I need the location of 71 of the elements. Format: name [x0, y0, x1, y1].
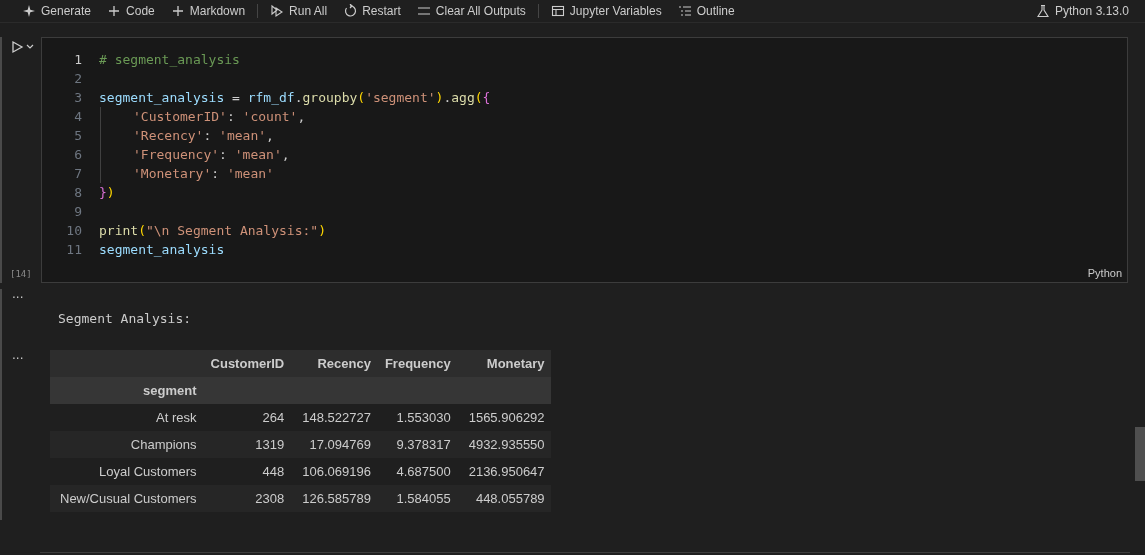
- restart-icon: [343, 4, 358, 18]
- code-line: segment_analysis = rfm_df.groupby('segment').agg({: [99, 90, 491, 105]
- table-cell: 9.378317: [376, 431, 457, 458]
- table-cell: 1319: [202, 431, 291, 458]
- table-cell: 448: [202, 458, 291, 485]
- row-label: Loyal Customers: [50, 458, 203, 485]
- column-header: Frequency: [376, 350, 457, 377]
- line-number: 5: [73, 128, 83, 143]
- row-label: Champions: [50, 431, 203, 458]
- plus-icon: [107, 4, 122, 18]
- table-cell: 106.069196: [290, 458, 377, 485]
- kernel-picker[interactable]: Python 3.13.0: [1029, 2, 1135, 20]
- line-number: 10: [65, 223, 83, 238]
- table-cell: 4.687500: [376, 458, 457, 485]
- index-header: segment: [50, 377, 203, 404]
- clear-lines-icon: [416, 4, 431, 18]
- sparkle-icon: [22, 4, 36, 18]
- run-cell-icon[interactable]: [10, 40, 24, 54]
- toolbar-button[interactable]: Code: [101, 2, 161, 20]
- row-label: At resk: [50, 404, 203, 431]
- table-cell: 148.522727: [290, 404, 377, 431]
- code-line: print("\n Segment Analysis:"): [99, 223, 326, 238]
- line-number: 4: [73, 109, 83, 124]
- row-label: New/Cusual Customers: [50, 485, 203, 512]
- code-line: 'Recency': 'mean',: [133, 128, 274, 143]
- table-icon: [550, 4, 565, 18]
- double-play-icon: [270, 4, 285, 18]
- output-text: Segment Analysis:: [57, 310, 192, 328]
- line-number: 11: [65, 242, 83, 257]
- table-cell: 4932.935550: [456, 431, 551, 458]
- toolbar-button[interactable]: Restart: [337, 2, 407, 20]
- line-number: 8: [73, 185, 83, 200]
- plus-icon: [170, 4, 185, 18]
- toolbar-button[interactable]: Run All: [264, 2, 334, 20]
- toolbar-button[interactable]: Clear All Outputs: [410, 2, 532, 20]
- line-number: 7: [73, 166, 83, 181]
- line-number: 9: [73, 204, 83, 219]
- line-number: 1: [73, 52, 83, 67]
- table-cell: 1.553030: [376, 404, 457, 431]
- column-header: CustomerID: [202, 350, 291, 377]
- code-line: 'Frequency': 'mean',: [133, 147, 290, 162]
- table-cell: 448.055789: [456, 485, 551, 512]
- code-line: segment_analysis: [99, 242, 225, 257]
- table-cell: 126.585789: [290, 485, 377, 512]
- column-header: Monetary: [456, 350, 551, 377]
- toolbar-button[interactable]: Markdown: [164, 2, 252, 20]
- table-cell: 2308: [202, 485, 291, 512]
- toolbar-button[interactable]: Jupyter Variables: [544, 2, 668, 20]
- code-line: # segment_analysis: [99, 52, 240, 67]
- table-cell: 264: [202, 404, 291, 431]
- table-cell: 1565.906292: [456, 404, 551, 431]
- table-cell: 2136.950647: [456, 458, 551, 485]
- chevron-down-icon[interactable]: [26, 44, 34, 50]
- execution-count: [14]: [10, 269, 33, 279]
- code-line: 'Monetary': 'mean': [133, 166, 274, 181]
- output-menu-icon[interactable]: ...: [2, 289, 50, 299]
- line-number: 3: [73, 90, 83, 105]
- code-line: 'CustomerID': 'count',: [133, 109, 306, 124]
- code-line: }): [99, 185, 115, 200]
- output-menu-icon[interactable]: ...: [2, 350, 50, 360]
- column-header: Recency: [290, 350, 377, 377]
- line-number: 6: [73, 147, 83, 162]
- list-icon: [677, 4, 692, 18]
- flask-icon: [1035, 4, 1050, 18]
- toolbar-button[interactable]: Generate: [16, 2, 98, 20]
- scrollbar-thumb[interactable]: [1135, 427, 1145, 481]
- table-cell: 1.584055: [376, 485, 457, 512]
- table-cell: 17.094769: [290, 431, 377, 458]
- line-number: 2: [73, 71, 83, 86]
- toolbar-button[interactable]: Outline: [671, 2, 741, 20]
- language-label[interactable]: Python: [1087, 267, 1122, 279]
